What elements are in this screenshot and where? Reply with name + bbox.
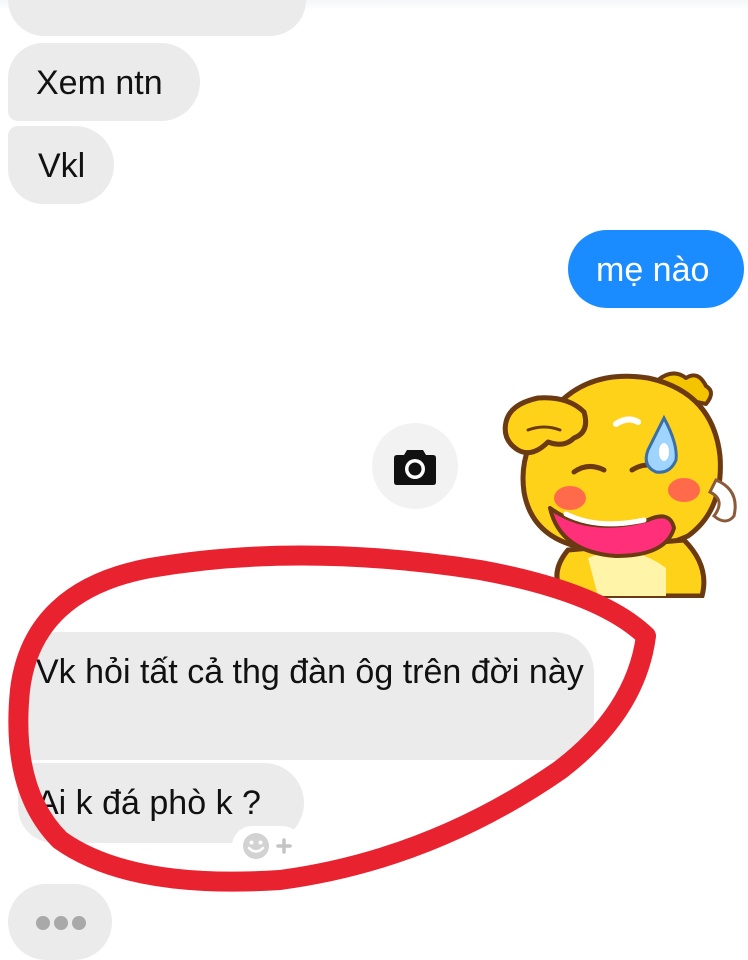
yellow-dragon-crying-sticker[interactable] [488, 360, 748, 598]
add-reaction-button[interactable] [232, 826, 302, 866]
typing-dot [72, 916, 86, 930]
typing-indicator [8, 884, 112, 960]
message-bubble-incoming[interactable]: Vkl [8, 126, 114, 204]
message-bubble-incoming[interactable]: Xem ntn [8, 43, 200, 121]
typing-dot [54, 916, 68, 930]
camera-icon [394, 450, 436, 485]
message-text: Vk hỏi tất cả thg đàn ôg trên đời này [36, 653, 584, 691]
message-text: Ai k đá phò k ? [36, 784, 261, 822]
message-bubble-outgoing[interactable]: mẹ nào [568, 230, 744, 308]
add-reaction-icon [243, 833, 292, 859]
camera-button[interactable] [372, 423, 458, 509]
message-bubble-incoming[interactable]: Vk hỏi tất cả thg đàn ôg trên đời này [18, 632, 594, 760]
message-bubble-partial[interactable] [8, 0, 306, 36]
message-text: Xem ntn [36, 64, 163, 102]
message-text: mẹ nào [596, 251, 710, 289]
typing-dot [36, 916, 50, 930]
message-text: Vkl [38, 147, 86, 185]
